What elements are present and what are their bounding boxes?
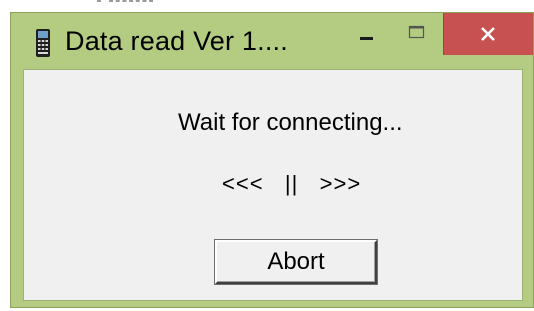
dialog-content: Wait for connecting... <<< || >>> Abort (23, 69, 523, 301)
close-icon (481, 27, 495, 41)
data-read-dialog: Data read Ver 1.... Wait for connecting.… (10, 12, 534, 308)
minimize-button[interactable] (347, 13, 387, 55)
connection-status-text: Wait for connecting... (178, 109, 403, 136)
maximize-icon (408, 25, 425, 39)
close-button[interactable] (443, 13, 533, 55)
minimize-icon (360, 37, 373, 40)
background-window-fragment: ▪ ▪▪▪▪▪▪▪ (0, 0, 534, 12)
background-text-fragment: ▪ ▪▪▪▪▪▪▪ (96, 0, 155, 9)
abort-button[interactable]: Abort (215, 240, 377, 284)
window-title: Data read Ver 1.... (65, 26, 288, 56)
handheld-terminal-icon (36, 29, 50, 57)
progress-indicator: <<< || >>> (222, 171, 362, 196)
maximize-button[interactable] (397, 13, 437, 55)
title-bar[interactable]: Data read Ver 1.... (11, 13, 533, 69)
